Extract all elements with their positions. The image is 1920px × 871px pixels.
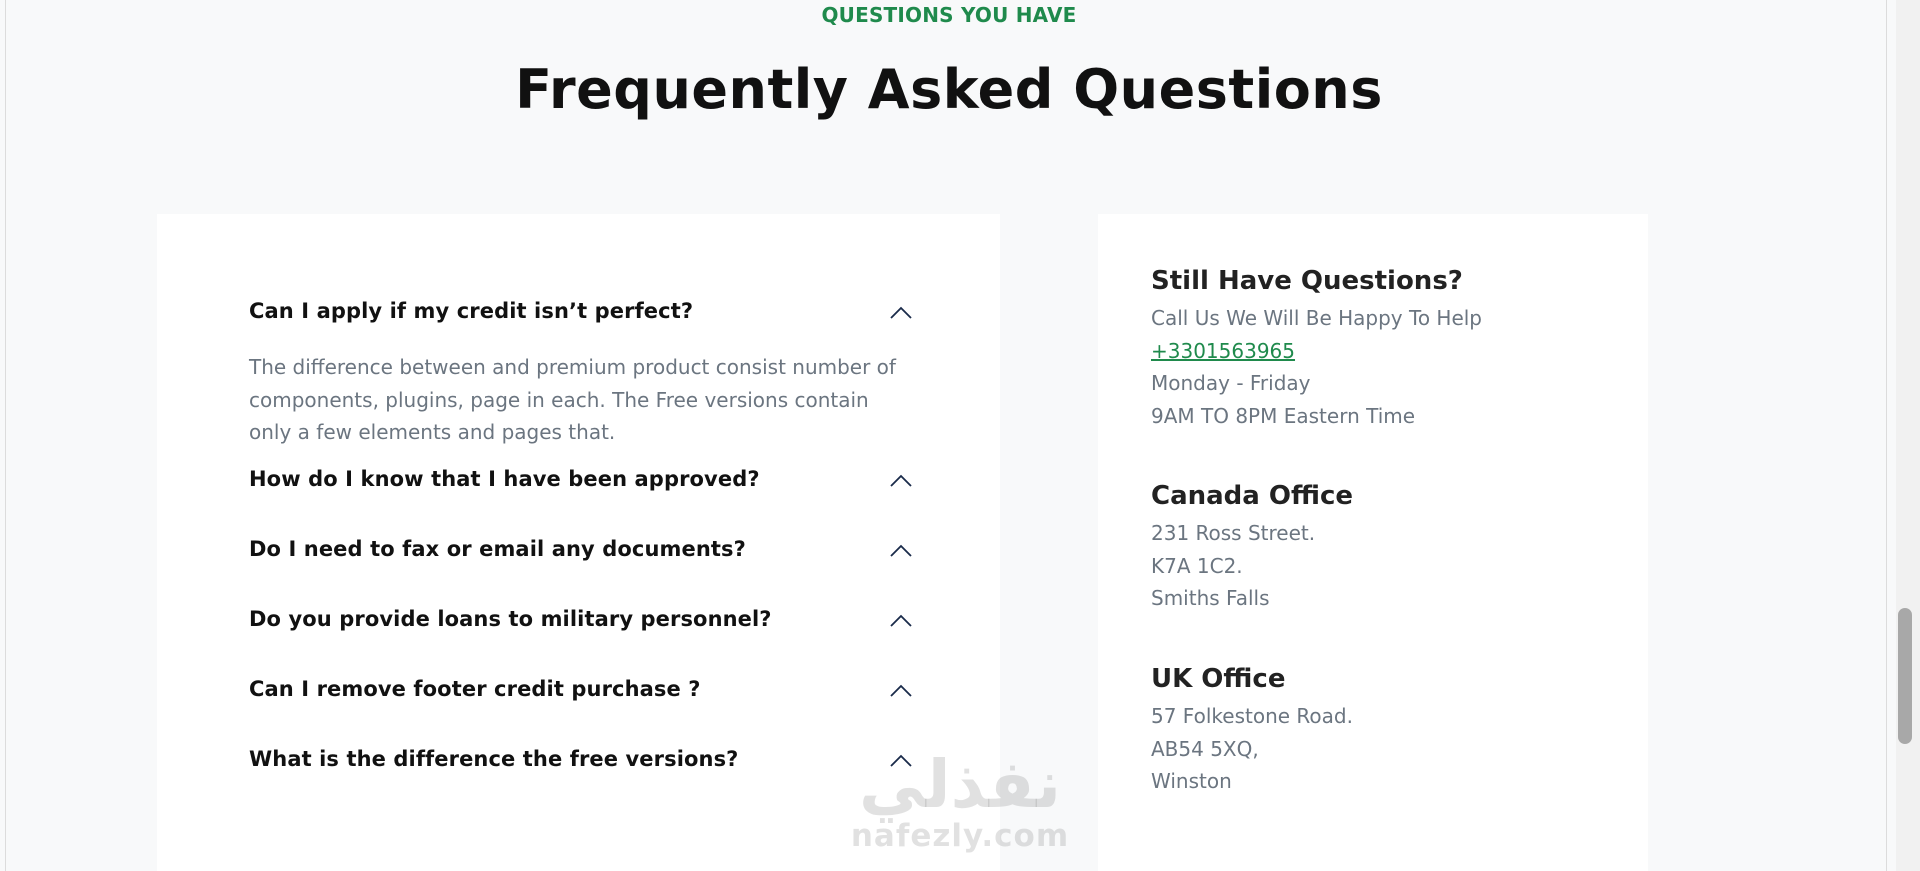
chevron-up-icon[interactable] bbox=[889, 681, 913, 701]
chevron-up-icon[interactable] bbox=[889, 471, 913, 491]
contact-heading: Still Have Questions? bbox=[1151, 266, 1463, 296]
canada-office-block: Canada Office 231 Ross Street. K7A 1C2. … bbox=[1151, 481, 1611, 615]
faq-item-6[interactable]: What is the difference the free versions… bbox=[249, 747, 912, 771]
faq-answer-line: components, plugins, page in each. The F… bbox=[249, 387, 869, 412]
scrollbar-thumb[interactable] bbox=[1898, 608, 1912, 744]
chevron-up-icon[interactable] bbox=[889, 541, 913, 561]
faq-question[interactable]: Do I need to fax or email any documents? bbox=[249, 537, 909, 561]
page-frame-right-border bbox=[1886, 0, 1887, 871]
page-title: Frequently Asked Questions bbox=[515, 58, 1383, 121]
faq-question[interactable]: Can I remove footer credit purchase ? bbox=[249, 677, 909, 701]
faq-answer: The difference between and premium produ… bbox=[249, 351, 909, 449]
office-days: Monday - Friday bbox=[1151, 371, 1311, 395]
address-line: 57 Folkestone Road. bbox=[1151, 704, 1353, 728]
faq-answer-line: only a few elements and pages that. bbox=[249, 420, 616, 444]
office-hours: 9AM TO 8PM Eastern Time bbox=[1151, 403, 1416, 428]
address-line: Winston bbox=[1151, 769, 1232, 793]
faq-item-1[interactable]: Can I apply if my credit isn’t perfect? bbox=[249, 299, 912, 323]
faq-question[interactable]: Can I apply if my credit isn’t perfect? bbox=[249, 299, 909, 323]
page-frame-left-border bbox=[5, 0, 6, 871]
faq-question[interactable]: How do I know that I have been approved? bbox=[249, 467, 909, 491]
faq-card: Can I apply if my credit isn’t perfect? … bbox=[157, 214, 1000, 871]
faq-answer-line: The difference between and premium produ… bbox=[249, 355, 896, 379]
still-have-questions-block: Still Have Questions? Call Us We Will Be… bbox=[1151, 266, 1611, 432]
chevron-up-icon[interactable] bbox=[889, 303, 913, 323]
faq-item-4[interactable]: Do you provide loans to military personn… bbox=[249, 607, 912, 631]
section-eyebrow: QUESTIONS YOU HAVE bbox=[821, 3, 1077, 27]
faq-item-3[interactable]: Do I need to fax or email any documents? bbox=[249, 537, 912, 561]
address-line: 231 Ross Street. bbox=[1151, 521, 1316, 545]
faq-item-2[interactable]: How do I know that I have been approved? bbox=[249, 467, 912, 491]
chevron-up-icon[interactable] bbox=[889, 611, 913, 631]
canada-office-heading: Canada Office bbox=[1151, 481, 1354, 511]
uk-office-block: UK Office 57 Folkestone Road. AB54 5XQ, … bbox=[1151, 664, 1611, 798]
address-line: Smiths Falls bbox=[1151, 586, 1270, 610]
chevron-up-icon[interactable] bbox=[889, 751, 913, 771]
phone-link[interactable]: +3301563965 bbox=[1151, 339, 1295, 363]
address-line: AB54 5XQ, bbox=[1151, 736, 1259, 761]
faq-item-5[interactable]: Can I remove footer credit purchase ? bbox=[249, 677, 912, 701]
address-line: K7A 1C2. bbox=[1151, 553, 1243, 578]
uk-office-heading: UK Office bbox=[1151, 664, 1286, 694]
contact-subtitle: Call Us We Will Be Happy To Help bbox=[1151, 306, 1483, 330]
faq-question[interactable]: Do you provide loans to military personn… bbox=[249, 607, 909, 631]
faq-question[interactable]: What is the difference the free versions… bbox=[249, 747, 909, 771]
contact-card: Still Have Questions? Call Us We Will Be… bbox=[1098, 214, 1648, 871]
